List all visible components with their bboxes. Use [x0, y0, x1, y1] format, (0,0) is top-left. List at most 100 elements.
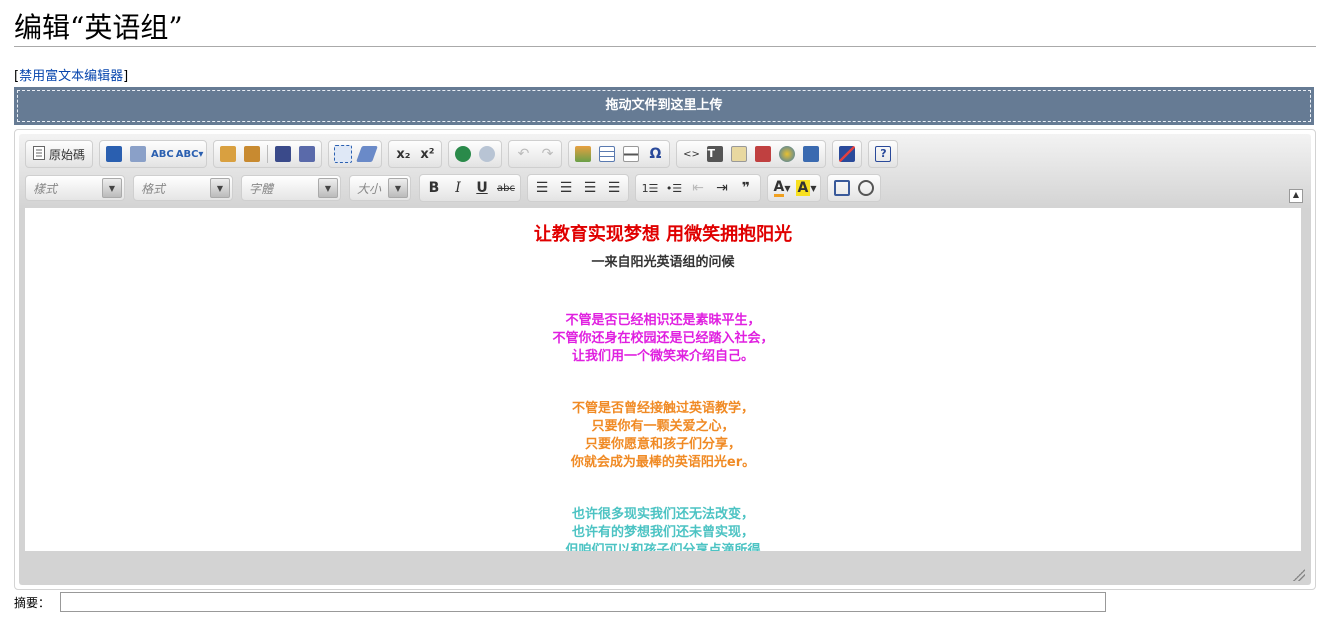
bold-button[interactable]: B: [423, 177, 445, 199]
align-center-button[interactable]: ☰: [555, 177, 577, 199]
indent-button[interactable]: ⇥: [711, 177, 733, 199]
paragraph-line: 让我们用一个微笑来介绍自己。: [571, 349, 754, 364]
paste-text-icon: [220, 146, 237, 162]
text-color-button[interactable]: A ▼: [771, 177, 793, 199]
bulleted-list-button[interactable]: •☰: [663, 177, 685, 199]
clipboard-group: [213, 140, 323, 168]
redo-button[interactable]: ↷: [536, 143, 558, 165]
remove-format-button[interactable]: [356, 143, 379, 165]
align-left-button[interactable]: ☰: [531, 177, 553, 199]
align-justify-button[interactable]: ☰: [603, 177, 625, 199]
horizontal-rule-button[interactable]: [620, 143, 642, 165]
font-combo[interactable]: 字體 ▼: [241, 175, 341, 201]
insert-group: Ω: [568, 140, 671, 168]
template-button[interactable]: T: [704, 143, 726, 165]
nowiki-group: [832, 140, 863, 168]
chevron-down-icon: ▼: [210, 178, 230, 198]
undo-button[interactable]: ↶: [512, 143, 534, 165]
outdent-button[interactable]: ⇤: [687, 177, 709, 199]
disable-rte-line: [禁用富文本编辑器]: [14, 65, 128, 84]
strike-button[interactable]: abc: [495, 177, 517, 199]
list-group: 1☰ •☰ ⇤ ⇥ ❞: [635, 174, 761, 202]
source-button[interactable]: 原始碼: [29, 143, 89, 165]
summary-label: 摘要：: [14, 596, 51, 610]
link-group: [448, 140, 503, 168]
save-icon: [106, 146, 123, 162]
format-combo[interactable]: 格式 ▼: [133, 175, 233, 201]
rich-text-editor: 原始碼 ABC ABC▾ x₂ x² ↶ ↷ Ω <> T ? 樣式 ▼ 格式 …: [14, 129, 1316, 590]
paragraph-line: 也许很多现实我们还无法改变，: [571, 507, 754, 522]
superscript-button[interactable]: x²: [416, 143, 438, 165]
underline-button[interactable]: U: [471, 177, 493, 199]
source-group: 原始碼: [25, 140, 94, 168]
style-combo-label: 樣式: [33, 181, 58, 196]
unlink-icon: [479, 146, 496, 162]
paragraph-line: 只要你愿意和孩子们分享，: [584, 437, 741, 452]
script-group: x₂ x²: [388, 140, 443, 168]
replace-button[interactable]: [296, 143, 318, 165]
italic-button[interactable]: I: [447, 177, 469, 199]
binoculars-icon: [275, 146, 292, 162]
code-icon: <>: [683, 148, 700, 160]
upload-drop-zone[interactable]: 拖动文件到这里上传: [14, 87, 1314, 125]
paste-word-button[interactable]: [241, 143, 263, 165]
editor-content-area[interactable]: 让教育实现梦想 用微笑拥抱阳光 一来自阳光英语组的问候 不管是否已经相识还是素昧…: [25, 208, 1301, 551]
select-all-button[interactable]: [332, 143, 354, 165]
signature-button[interactable]: [728, 143, 750, 165]
blockquote-button[interactable]: ❞: [735, 177, 757, 199]
subscript-button[interactable]: x₂: [392, 143, 414, 165]
basic-styles-group: B I U abc: [419, 174, 521, 202]
media-button[interactable]: [776, 143, 798, 165]
code-button[interactable]: <>: [680, 143, 702, 165]
align-group: ☰ ☰ ☰ ☰: [527, 174, 629, 202]
maximize-button[interactable]: [831, 177, 853, 199]
bg-color-button[interactable]: A ▼: [795, 177, 817, 199]
source-label: 原始碼: [49, 147, 86, 162]
maximize-icon: [834, 180, 850, 196]
paragraph-line: 不管是否已经相识还是素昧平生，: [565, 313, 761, 328]
spellcheck-dropdown-button[interactable]: ABC▾: [176, 143, 204, 165]
select-group: [328, 140, 383, 168]
print-button[interactable]: [127, 143, 149, 165]
gallery-button[interactable]: [752, 143, 774, 165]
numbered-list-button[interactable]: 1☰: [639, 177, 661, 199]
find-button[interactable]: [272, 143, 294, 165]
paragraph-line: 不管你还身在校园还是已经踏入社会，: [552, 331, 774, 346]
special-char-button[interactable]: Ω: [644, 143, 666, 165]
editor-chrome: 原始碼 ABC ABC▾ x₂ x² ↶ ↷ Ω <> T ? 樣式 ▼ 格式 …: [19, 134, 1311, 585]
resize-grip-icon[interactable]: [1293, 569, 1305, 581]
size-combo[interactable]: 大小 ▼: [349, 175, 411, 201]
chevron-down-icon: ▼: [388, 178, 408, 198]
style-combo[interactable]: 樣式 ▼: [25, 175, 125, 201]
table-icon: [599, 146, 616, 162]
numbered-list-icon: 1☰: [641, 181, 659, 195]
eraser-icon: [356, 146, 379, 162]
horizontal-rule-icon: [623, 146, 640, 162]
nowiki-button[interactable]: [836, 143, 858, 165]
document-group: ABC ABC▾: [99, 140, 208, 168]
upload-image-button[interactable]: [800, 143, 822, 165]
chevron-down-icon: ▼: [102, 178, 122, 198]
disable-rich-text-editor-link[interactable]: 禁用富文本编辑器: [19, 69, 123, 84]
table-button[interactable]: [596, 143, 618, 165]
pencil-note-icon: [731, 146, 748, 162]
help-button[interactable]: ?: [872, 143, 894, 165]
collapse-toolbar-button[interactable]: ▲: [1289, 189, 1303, 203]
align-right-button[interactable]: ☰: [579, 177, 601, 199]
unlink-button[interactable]: [476, 143, 498, 165]
spellcheck-button[interactable]: ABC: [151, 143, 174, 165]
save-button[interactable]: [103, 143, 125, 165]
widget-group: <> T: [676, 140, 827, 168]
tools-group: [827, 174, 881, 202]
image-button[interactable]: [572, 143, 594, 165]
preview-button[interactable]: [855, 177, 877, 199]
spellcheck-dropdown-icon: ABC▾: [175, 148, 204, 160]
bg-color-icon: A: [795, 180, 811, 196]
link-button[interactable]: [452, 143, 474, 165]
media-icon: [779, 146, 796, 162]
paste-text-button[interactable]: [217, 143, 239, 165]
page-title: 编辑“英语组”: [14, 11, 183, 44]
preview-magnifier-icon: [858, 180, 874, 196]
select-all-icon: [334, 145, 353, 163]
summary-input[interactable]: [60, 592, 1106, 612]
